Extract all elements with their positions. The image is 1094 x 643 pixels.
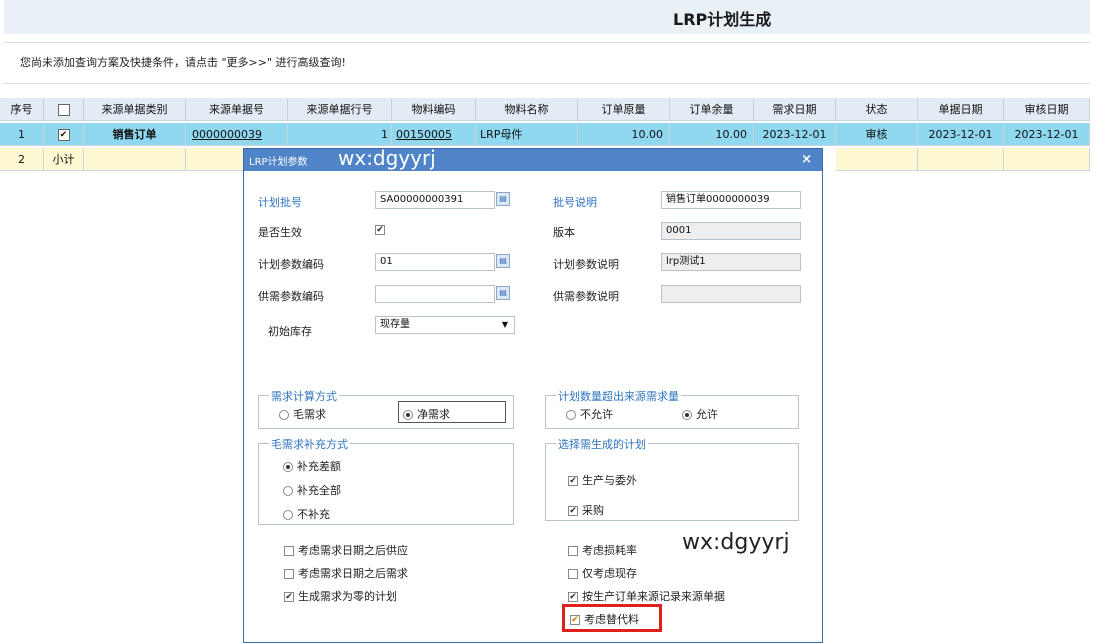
cell-line-no: 1 <box>288 123 392 146</box>
col-header-remain[interactable]: 订单余量 <box>670 98 754 121</box>
lookup-icon[interactable]: ▤ <box>496 192 510 206</box>
col-header-qty[interactable]: 订单原量 <box>578 98 670 121</box>
col-header-need-date[interactable]: 需求日期 <box>754 98 836 121</box>
col-header-item-name[interactable]: 物料名称 <box>476 98 578 121</box>
cell-need-date: 2023-12-01 <box>754 123 836 146</box>
cell-remain: 10.00 <box>670 123 754 146</box>
col-header-audit-date[interactable]: 审核日期 <box>1004 98 1090 121</box>
query-hint-text: 您尚未添加查询方案及快捷条件，请点击 "更多>>" 进行高级查询! <box>20 56 346 69</box>
supply-code-input[interactable] <box>375 285 495 303</box>
watermark-text: wx:dgyyrj <box>338 146 436 170</box>
gross-supplement-title: 毛需求补充方式 <box>269 436 350 452</box>
select-plans-title: 选择需生成的计划 <box>556 436 648 452</box>
select-all-checkbox[interactable] <box>57 104 70 116</box>
demand-calc-title: 需求计算方式 <box>269 388 339 404</box>
init-stock-label: 初始库存 <box>268 325 312 338</box>
chevron-down-icon[interactable]: ▼ <box>502 317 508 333</box>
checkbox-production-outsource[interactable]: ✔ 生产与委外 <box>568 472 637 488</box>
col-header-doc-date[interactable]: 单据日期 <box>918 98 1004 121</box>
lookup-icon[interactable]: ▤ <box>496 254 510 268</box>
col-header-src-type[interactable]: 来源单据类别 <box>84 98 186 121</box>
checkbox-substitute-material[interactable]: ✔ 考虑替代料 <box>570 611 639 627</box>
radio-supplement-diff[interactable]: 补充差额 <box>283 458 341 474</box>
title-bar: LRP计划生成 <box>4 0 1090 34</box>
version-label: 版本 <box>553 226 575 239</box>
demand-calc-group: 需求计算方式 毛需求 净需求 <box>258 388 514 429</box>
param-desc-field: lrp测试1 <box>661 253 801 271</box>
param-code-label: 计划参数编码 <box>258 258 324 271</box>
supply-desc-field <box>661 285 801 303</box>
select-plans-group: 选择需生成的计划 ✔ 生产与委外 ✔ 采购 <box>545 436 799 521</box>
cell-seq: 1 <box>0 123 44 146</box>
cell-empty <box>1004 148 1090 171</box>
effective-label: 是否生效 <box>258 226 302 239</box>
cell-item-code-link[interactable]: 00150005 <box>392 123 476 146</box>
effective-checkbox[interactable]: ✔ <box>375 225 385 235</box>
dialog-title-bar[interactable]: LRP计划参数 wx:dgyyrj × <box>244 146 822 171</box>
batch-desc-label: 批号说明 <box>553 196 597 209</box>
cell-src-no-link[interactable]: 0000000039 <box>186 123 288 146</box>
window-title: LRP计划生成 <box>673 10 772 29</box>
version-field: 0001 <box>661 222 801 240</box>
col-header-select[interactable] <box>44 98 84 121</box>
checkbox-demand-after-date[interactable]: 考虑需求日期之后需求 <box>284 565 408 581</box>
checkbox-supply-after-date[interactable]: 考虑需求日期之后供应 <box>284 542 408 558</box>
col-header-seq[interactable]: 序号 <box>0 98 44 121</box>
batch-desc-input[interactable]: 销售订单0000000039 <box>661 191 801 209</box>
col-header-status[interactable]: 状态 <box>836 98 918 121</box>
cell-doc-date: 2023-12-01 <box>918 123 1004 146</box>
radio-no-supplement[interactable]: 不补充 <box>283 506 330 522</box>
cell-subtotal-label: 小计 <box>44 148 84 171</box>
close-icon[interactable]: × <box>801 152 812 167</box>
lrp-params-dialog: LRP计划参数 wx:dgyyrj × 计划批号 SA00000000391 ▤… <box>243 146 823 643</box>
checkbox-only-on-hand[interactable]: 仅考虑现存 <box>568 565 637 581</box>
cell-qty: 10.00 <box>578 123 670 146</box>
checkbox-record-source-doc[interactable]: ✔ 按生产订单来源记录来源单据 <box>568 588 725 604</box>
cell-empty <box>918 148 1004 171</box>
param-code-input[interactable]: 01 <box>375 253 495 271</box>
radio-supplement-all[interactable]: 补充全部 <box>283 482 341 498</box>
supply-code-label: 供需参数编码 <box>258 290 324 303</box>
plan-batch-input[interactable]: SA00000000391 <box>375 191 495 209</box>
col-header-item-code[interactable]: 物料编码 <box>392 98 476 121</box>
cell-empty <box>84 148 186 171</box>
cell-audit-date: 2023-12-01 <box>1004 123 1090 146</box>
watermark-text: wx:dgyyrj <box>682 530 790 555</box>
param-desc-label: 计划参数说明 <box>553 258 619 271</box>
cell-select[interactable]: ✔ <box>44 123 84 146</box>
row-checkbox[interactable]: ✔ <box>57 129 70 141</box>
over-source-group: 计划数量超出来源需求量 不允许 允许 <box>545 388 799 429</box>
cell-empty <box>836 148 918 171</box>
supply-desc-label: 供需参数说明 <box>553 290 619 303</box>
radio-not-allow[interactable]: 不允许 <box>566 406 613 422</box>
cell-item-name: LRP母件 <box>476 123 578 146</box>
radio-allow[interactable]: 允许 <box>682 406 718 422</box>
checkbox-purchase[interactable]: ✔ 采购 <box>568 502 604 518</box>
checkbox-zero-demand-plan[interactable]: ✔ 生成需求为零的计划 <box>284 588 397 604</box>
cell-src-type: 销售订单 <box>84 123 186 146</box>
over-source-title: 计划数量超出来源需求量 <box>556 388 681 404</box>
radio-gross-demand[interactable]: 毛需求 <box>279 406 326 422</box>
gross-supplement-group: 毛需求补充方式 补充差额 补充全部 不补充 <box>258 436 514 525</box>
radio-net-demand[interactable]: 净需求 <box>403 406 450 422</box>
cell-status: 审核 <box>836 123 918 146</box>
col-header-line-no[interactable]: 来源单据行号 <box>288 98 392 121</box>
init-stock-select[interactable]: 现存量 ▼ <box>375 316 515 334</box>
init-stock-value: 现存量 <box>380 319 410 330</box>
lookup-icon[interactable]: ▤ <box>496 286 510 300</box>
query-hint-panel: 您尚未添加查询方案及快捷条件，请点击 "更多>>" 进行高级查询! <box>4 42 1090 84</box>
dialog-title: LRP计划参数 <box>249 157 308 168</box>
col-header-src-no[interactable]: 来源单据号 <box>186 98 288 121</box>
checkbox-loss-rate[interactable]: 考虑损耗率 <box>568 542 637 558</box>
cell-seq: 2 <box>0 148 44 171</box>
plan-batch-label: 计划批号 <box>258 196 302 209</box>
